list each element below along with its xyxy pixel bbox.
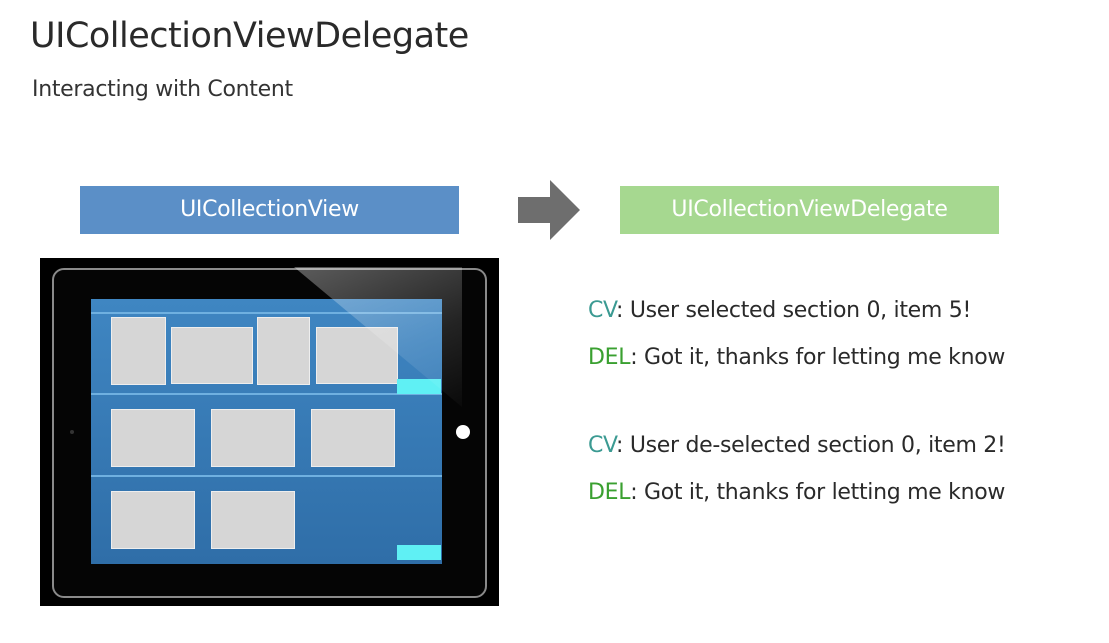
collection-view-label: UICollectionView <box>80 186 459 234</box>
speaker-cv: CV <box>588 433 617 458</box>
delegate-label: UICollectionViewDelegate <box>620 186 999 234</box>
message-del-reply: DEL: Got it, thanks for letting me know <box>588 480 1005 505</box>
message-text: : User selected section 0, item 5! <box>616 298 971 323</box>
ipad-camera-dot <box>70 430 74 434</box>
section-divider <box>91 475 442 477</box>
collection-cell <box>111 491 195 549</box>
message-del-reply: DEL: Got it, thanks for letting me know <box>588 345 1005 370</box>
cyan-marker <box>397 379 441 394</box>
section-divider <box>91 393 442 395</box>
collection-cell <box>211 409 295 467</box>
message-text: : Got it, thanks for letting me know <box>630 480 1006 505</box>
collection-cell <box>111 317 166 385</box>
speaker-cv: CV <box>588 298 617 323</box>
page-subtitle: Interacting with Content <box>32 77 293 102</box>
collection-cell <box>211 491 295 549</box>
speaker-del: DEL <box>588 480 631 505</box>
speaker-del: DEL <box>588 345 631 370</box>
message-text: : Got it, thanks for letting me know <box>630 345 1006 370</box>
collection-view-screen <box>91 299 442 564</box>
message-cv-selected: CV: User selected section 0, item 5! <box>588 298 971 323</box>
section-divider <box>91 312 442 314</box>
collection-cell <box>257 317 310 385</box>
collection-cell <box>311 409 395 467</box>
collection-cell <box>171 327 253 384</box>
collection-cell <box>111 409 195 467</box>
ipad-home-button <box>456 425 470 439</box>
message-cv-deselected: CV: User de-selected section 0, item 2! <box>588 433 1006 458</box>
page-title: UICollectionViewDelegate <box>30 16 469 56</box>
message-text: : User de-selected section 0, item 2! <box>616 433 1006 458</box>
collection-cell <box>316 327 398 384</box>
cyan-marker <box>397 545 441 560</box>
arrow-right-icon <box>518 180 580 240</box>
